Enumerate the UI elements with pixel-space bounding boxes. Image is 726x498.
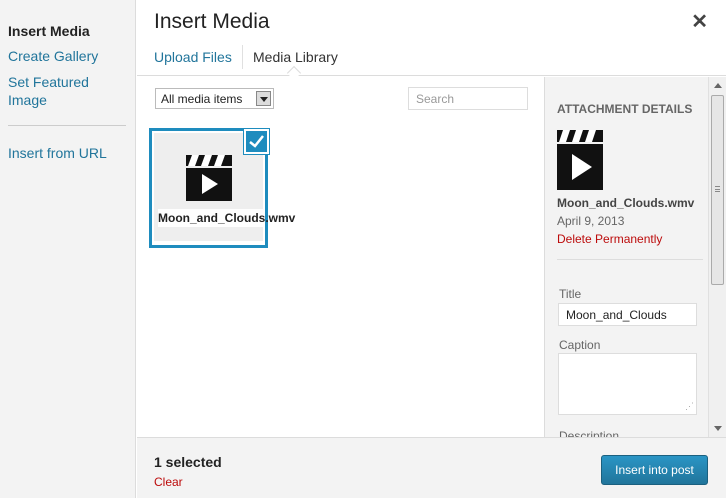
tab-upload-files[interactable]: Upload Files: [154, 48, 232, 66]
media-menu: Insert Media Create Gallery Set Featured…: [0, 0, 136, 498]
attachment-filename: Moon_and_Clouds.wmv: [158, 209, 296, 227]
insert-into-post-button[interactable]: Insert into post: [601, 455, 708, 485]
media-filter-value: All media items: [161, 92, 243, 106]
media-filter-select[interactable]: All media items: [155, 88, 274, 109]
menu-item-insert-from-url[interactable]: Insert from URL: [8, 144, 107, 162]
description-label: Description: [559, 429, 620, 437]
resize-grip-icon[interactable]: ⋰: [685, 402, 694, 411]
selection-count: 1 selected: [154, 454, 222, 470]
scrollbar-grip-icon: [715, 186, 720, 192]
details-heading: ATTACHMENT DETAILS: [557, 102, 693, 116]
scrollbar-thumb[interactable]: [711, 95, 724, 285]
attachment-details-sidebar: ATTACHMENT DETAILS Moon_and_Clouds.wmv A…: [544, 77, 726, 437]
details-date: April 9, 2013: [557, 214, 625, 228]
close-icon[interactable]: ✕: [691, 12, 708, 32]
scroll-up-icon[interactable]: [714, 83, 722, 88]
title-label: Title: [559, 287, 582, 301]
sidebar-scrollbar[interactable]: [708, 77, 726, 437]
details-separator: [557, 259, 703, 260]
frame-title: Insert Media: [154, 10, 270, 33]
media-frame: Insert Media ✕ Upload Files Media Librar…: [137, 0, 726, 498]
clear-selection-link[interactable]: Clear: [154, 475, 183, 489]
title-field[interactable]: [558, 303, 697, 326]
caption-label: Caption: [559, 338, 601, 352]
menu-item-set-featured-image[interactable]: Set Featured Image: [8, 73, 126, 109]
scroll-down-icon[interactable]: [714, 426, 722, 431]
search-input[interactable]: [408, 87, 528, 110]
details-thumbnail: [557, 130, 603, 193]
menu-item-create-gallery[interactable]: Create Gallery: [8, 47, 98, 65]
delete-permanently-link[interactable]: Delete Permanently: [557, 232, 662, 246]
video-icon: [557, 130, 603, 190]
tab-media-library[interactable]: Media Library: [253, 48, 338, 66]
tab-separator: [242, 45, 243, 69]
media-toolbar-footer: 1 selected Clear Insert into post: [137, 437, 726, 498]
checkmark-glyph: [249, 135, 264, 148]
caption-field[interactable]: [558, 353, 697, 415]
media-router: Upload Files Media Library: [137, 41, 726, 76]
details-filename: Moon_and_Clouds.wmv: [557, 196, 695, 210]
chevron-down-icon: [256, 91, 271, 106]
menu-item-insert-media[interactable]: Insert Media: [8, 22, 90, 40]
menu-separator: [8, 125, 126, 126]
check-icon[interactable]: [244, 129, 269, 154]
